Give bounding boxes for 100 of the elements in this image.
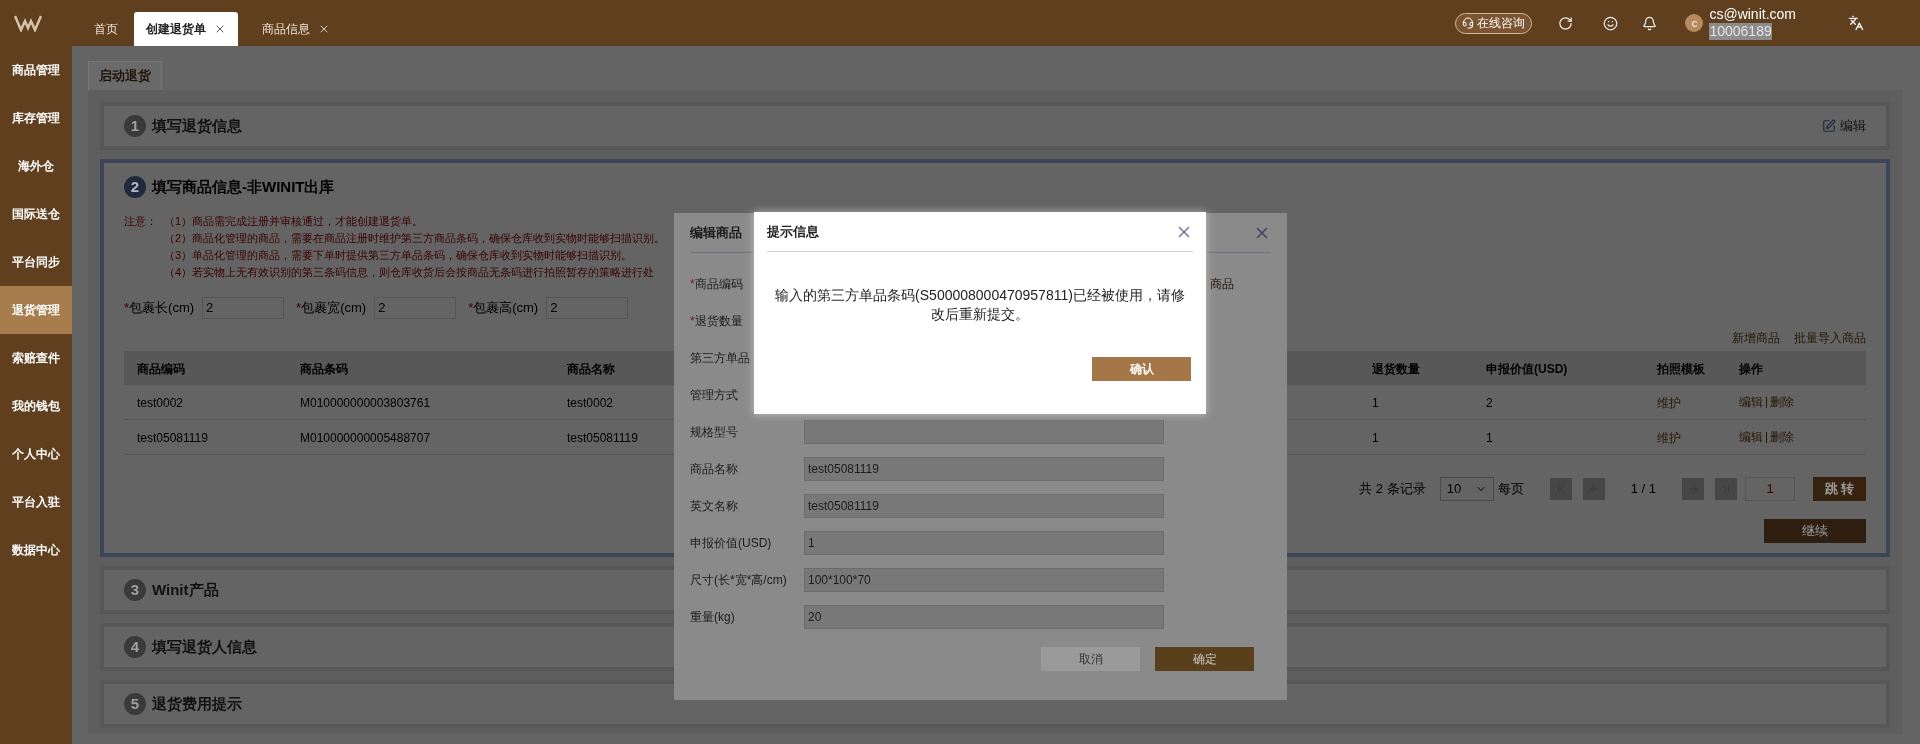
field-label: 英文名称 xyxy=(690,497,739,514)
top-tab[interactable]: 商品信息 xyxy=(250,12,342,46)
package-input[interactable]: 2 xyxy=(202,297,285,319)
user-avatar[interactable]: c xyxy=(1685,14,1704,32)
row-action-link[interactable]: 编辑 xyxy=(1739,393,1763,411)
sidebar-item[interactable]: 平台同步 xyxy=(0,238,72,286)
table-cell: 1 xyxy=(1372,431,1379,445)
language-icon[interactable] xyxy=(1848,15,1864,31)
note-text: （1）商品需完成注册并审核通过，才能创建退货单。 xyxy=(164,214,425,229)
sidebar-item[interactable]: 商品管理 xyxy=(0,46,72,94)
table-cell: test0002 xyxy=(137,396,184,410)
package-input[interactable]: 2 xyxy=(374,297,457,319)
page-input[interactable]: 1 xyxy=(1745,477,1795,501)
sidebar-item[interactable]: 平台入驻 xyxy=(0,478,72,526)
text-input[interactable]: test05081119 xyxy=(804,456,1164,481)
row-action-link[interactable]: 编辑 xyxy=(1739,428,1763,446)
text-input[interactable]: 1 xyxy=(804,530,1164,555)
step-number: 3 xyxy=(124,579,146,601)
field-label: *退货数量 xyxy=(690,312,744,329)
maintain-link[interactable]: 维护 xyxy=(1657,431,1681,445)
field-label: *包裹长(cm) xyxy=(124,299,195,318)
top-tab[interactable]: 首页 xyxy=(82,12,130,46)
step-number: 2 xyxy=(124,176,146,198)
sidebar-item[interactable]: 海外仓 xyxy=(0,142,72,190)
table-cell: 2 xyxy=(1486,396,1493,410)
action-link[interactable]: 批量导入商品 xyxy=(1794,329,1866,347)
continue-button[interactable]: 继续 xyxy=(1764,519,1866,543)
top-tab[interactable]: 创建退货单 xyxy=(134,12,238,46)
logo-icon xyxy=(14,14,42,32)
page-indicator: 1 / 1 xyxy=(1630,480,1656,499)
section-title: 填写退货信息 xyxy=(152,115,242,136)
column-header: 操作 xyxy=(1739,361,1763,376)
dialog-title: 编辑商品 xyxy=(690,223,742,242)
edit-icon xyxy=(1822,119,1836,133)
section-title: Winit产品 xyxy=(152,579,219,600)
field-label: *包裹高(cm) xyxy=(468,299,539,318)
sidebar-item[interactable]: 数据中心 xyxy=(0,526,72,574)
field-label: 第三方单品 xyxy=(690,349,751,366)
step-number: 4 xyxy=(124,636,146,658)
row-action-link[interactable]: 删除 xyxy=(1770,393,1794,411)
sidebar-item[interactable]: 国际送仓 xyxy=(0,190,72,238)
step-number: 1 xyxy=(124,115,146,137)
jump-button[interactable]: 跳 转 xyxy=(1813,477,1866,501)
sidebar-item[interactable]: 我的钱包 xyxy=(0,382,72,430)
table-cell: M010000000005488707 xyxy=(300,431,431,445)
column-header: 拍照模板 xyxy=(1657,361,1705,376)
section-title: 退货费用提示 xyxy=(152,693,242,714)
table-cell: 1 xyxy=(1372,396,1379,410)
sidebar-item[interactable]: 退货管理 xyxy=(0,286,72,334)
close-icon[interactable] xyxy=(318,23,330,35)
field-label: 规格型号 xyxy=(690,423,739,440)
sidebar-item[interactable]: 库存管理 xyxy=(0,94,72,142)
notes-label: 注意： xyxy=(124,214,158,229)
field-label: *包裹宽(cm) xyxy=(296,299,367,318)
text-input[interactable]: 20 xyxy=(804,604,1164,629)
cancel-button[interactable]: 取消 xyxy=(1041,647,1140,671)
ok-button[interactable]: 确认 xyxy=(1092,357,1191,381)
column-header: 申报价值(USD) xyxy=(1486,361,1568,376)
record-count: 共 2 条记录 xyxy=(1359,480,1426,499)
action-link[interactable]: 新增商品 xyxy=(1732,329,1780,347)
field-label: 重量(kg) xyxy=(690,608,736,625)
confirm-button[interactable]: 确定 xyxy=(1155,647,1254,671)
per-page-label: 每页 xyxy=(1497,480,1524,499)
column-header: 商品名称 xyxy=(567,361,615,376)
table-cell: test05081119 xyxy=(137,431,208,445)
consult-button[interactable]: 在线咨询 xyxy=(1455,12,1533,34)
field-label: 管理方式 xyxy=(690,386,739,403)
step-number: 5 xyxy=(124,693,146,715)
table-cell: M010000000003803761 xyxy=(300,396,431,410)
field-label: 商品名称 xyxy=(690,460,739,477)
table-cell: test0002 xyxy=(567,396,614,410)
section-title: 填写退货人信息 xyxy=(152,636,257,657)
select-link[interactable]: 商品 xyxy=(1210,274,1234,293)
user-email: cs@winit.com xyxy=(1709,6,1796,23)
dialog-title: 提示信息 xyxy=(767,222,819,241)
table-cell: test05081119 xyxy=(567,431,638,445)
account-number: 10006189 xyxy=(1709,23,1772,40)
text-input[interactable] xyxy=(804,419,1164,444)
edit-link[interactable]: 编辑 xyxy=(1822,116,1866,136)
close-icon[interactable] xyxy=(214,23,226,35)
package-input[interactable]: 2 xyxy=(546,297,629,319)
smile-icon[interactable] xyxy=(1603,15,1619,31)
sidebar-item[interactable]: 个人中心 xyxy=(0,430,72,478)
page-tab[interactable]: 启动退货 xyxy=(88,61,162,90)
refresh-icon[interactable] xyxy=(1558,15,1574,31)
sidebar-item[interactable]: 索赔查件 xyxy=(0,334,72,382)
field-label: 申报价值(USD) xyxy=(690,534,773,551)
text-input[interactable]: 100*100*70 xyxy=(804,567,1164,592)
table-cell: 1 xyxy=(1486,431,1493,445)
maintain-link[interactable]: 维护 xyxy=(1657,396,1681,410)
page-size-select[interactable]: 10 xyxy=(1439,477,1494,501)
field-label: *商品编码 xyxy=(690,275,744,292)
section-title: 填写商品信息-非WINIT出库 xyxy=(152,176,335,197)
alert-message: 输入的第三方单品条码(S500008000470957811)已经被使用，请修改后重新提交。 xyxy=(774,285,1186,324)
column-header: 商品条码 xyxy=(300,361,348,376)
column-header: 退货数量 xyxy=(1372,361,1420,376)
field-label: 尺寸(长*宽*高/cm) xyxy=(690,571,788,588)
row-action-link[interactable]: 删除 xyxy=(1770,428,1794,446)
bell-icon[interactable] xyxy=(1642,15,1658,31)
text-input[interactable]: test05081119 xyxy=(804,493,1164,518)
